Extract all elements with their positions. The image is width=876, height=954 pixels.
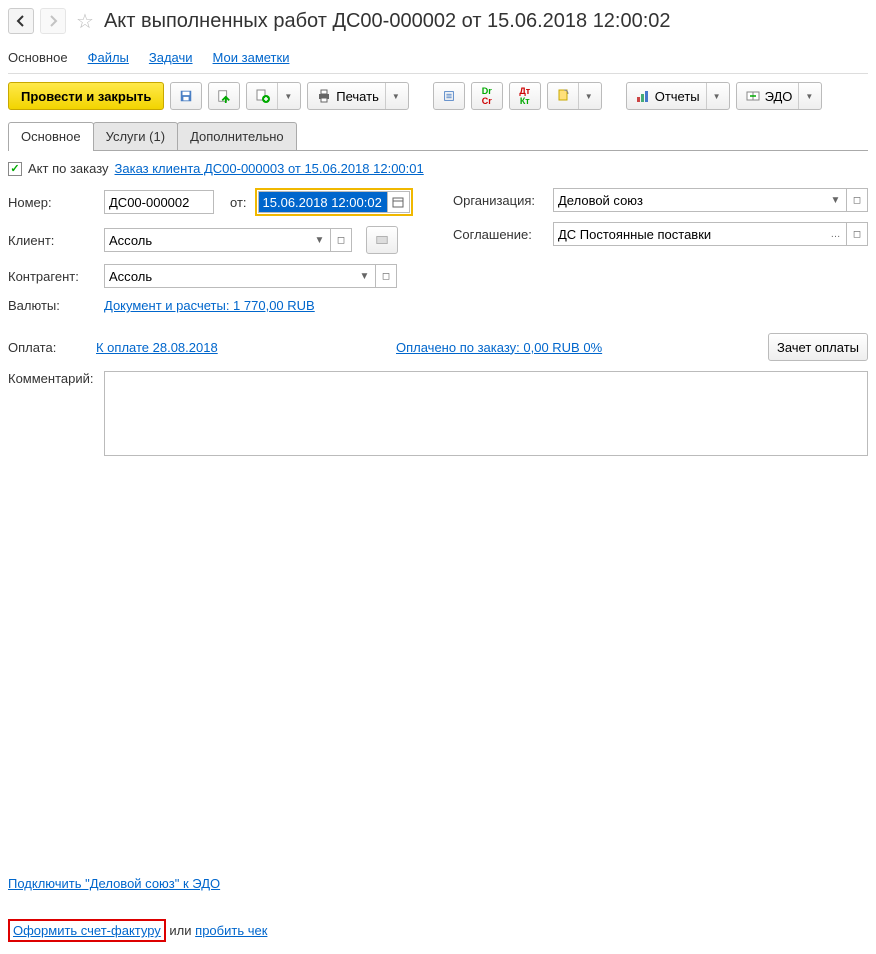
number-label: Номер: [8,195,96,210]
doc-plus-icon [255,88,271,104]
chevron-down-icon: ▼ [277,83,292,109]
nav-files[interactable]: Файлы [88,50,129,65]
reports-label: Отчеты [655,89,700,104]
client-open[interactable]: ◻ [330,228,352,252]
print-button[interactable]: Печать ▼ [307,82,409,110]
toolbar: Провести и закрыть ▼ Печать ▼ DrCr ДтКт … [8,82,868,110]
drcr-icon: DrCr [482,86,492,106]
comment-input[interactable] [104,371,868,456]
agreement-more[interactable]: … [825,222,847,246]
chart-icon [635,88,651,104]
receipt-link[interactable]: пробить чек [195,923,267,938]
tabs: Основное Услуги (1) Дополнительно [8,122,868,151]
agreement-open[interactable]: ◻ [846,222,868,246]
contractor-input[interactable] [104,264,354,288]
comment-label: Комментарий: [8,371,96,386]
date-label: от: [230,195,247,210]
attach-button[interactable]: ▼ [547,82,602,110]
payment-label: Оплата: [8,340,96,355]
nav-tasks[interactable]: Задачи [149,50,193,65]
list-icon [442,88,456,104]
dr-cr-button[interactable]: DrCr [471,82,503,110]
card-icon [375,232,389,248]
nav-notes[interactable]: Мои заметки [213,50,290,65]
post-icon [217,88,231,104]
client-label: Клиент: [8,233,96,248]
client-dropdown[interactable]: ▼ [309,228,331,252]
dt-kt-button[interactable]: ДтКт [509,82,541,110]
org-input[interactable] [553,188,825,212]
paid-link[interactable]: Оплачено по заказу: 0,00 RUB 0% [396,340,768,355]
number-input[interactable] [104,190,214,214]
tab-extra[interactable]: Дополнительно [177,122,297,150]
tab-services[interactable]: Услуги (1) [93,122,178,150]
top-nav: Основное Файлы Задачи Мои заметки [8,44,868,74]
forward-button[interactable] [40,8,66,34]
dtkt-icon: ДтКт [519,86,530,106]
org-dropdown[interactable]: ▼ [825,188,847,212]
order-link[interactable]: Заказ клиента ДС00-000003 от 15.06.2018 … [115,161,424,176]
agreement-input[interactable] [553,222,825,246]
contractor-open[interactable]: ◻ [375,264,397,288]
favorite-star-icon[interactable]: ☆ [76,9,94,34]
edo-button[interactable]: ЭДО ▼ [736,82,823,110]
offset-payment-button[interactable]: Зачет оплаты [768,333,868,361]
chevron-down-icon: ▼ [578,83,593,109]
tab-main[interactable]: Основное [8,122,94,150]
create-based-on-button[interactable]: ▼ [246,82,301,110]
org-open[interactable]: ◻ [846,188,868,212]
edo-label: ЭДО [765,89,793,104]
edo-icon [745,88,761,104]
contractor-label: Контрагент: [8,269,96,284]
floppy-icon [179,88,193,104]
org-label: Организация: [453,193,545,208]
client-card-button[interactable] [366,226,398,254]
create-invoice-link[interactable]: Оформить счет-фактуру [13,923,161,938]
page-title: Акт выполненных работ ДС00-000002 от 15.… [104,10,671,33]
currency-label: Валюты: [8,298,96,313]
agreement-label: Соглашение: [453,227,545,242]
post-and-close-button[interactable]: Провести и закрыть [8,82,164,110]
arrow-left-icon [13,13,29,29]
act-by-order-checkbox[interactable]: ✓ [8,162,22,176]
chevron-down-icon: ▼ [385,83,400,109]
calendar-button[interactable] [388,191,410,213]
arrow-right-icon [45,13,61,29]
print-label: Печать [336,89,379,104]
reports-button[interactable]: Отчеты ▼ [626,82,730,110]
save-button[interactable] [170,82,202,110]
currency-link[interactable]: Документ и расчеты: 1 770,00 RUB [104,298,315,313]
act-by-order-label: Акт по заказу [28,161,109,176]
chevron-down-icon: ▼ [798,83,813,109]
printer-icon [316,88,332,104]
nav-main[interactable]: Основное [8,50,68,65]
payment-link[interactable]: К оплате 28.08.2018 [96,340,396,355]
contractor-dropdown[interactable]: ▼ [354,264,376,288]
list-button[interactable] [433,82,465,110]
clip-icon [556,88,572,104]
client-input[interactable] [104,228,309,252]
calendar-icon [392,196,404,208]
or-text: или [166,923,195,938]
back-button[interactable] [8,8,34,34]
connect-edo-link[interactable]: Подключить "Деловой союз" к ЭДО [8,876,220,891]
chevron-down-icon: ▼ [706,83,721,109]
date-input[interactable] [258,191,388,213]
post-button[interactable] [208,82,240,110]
